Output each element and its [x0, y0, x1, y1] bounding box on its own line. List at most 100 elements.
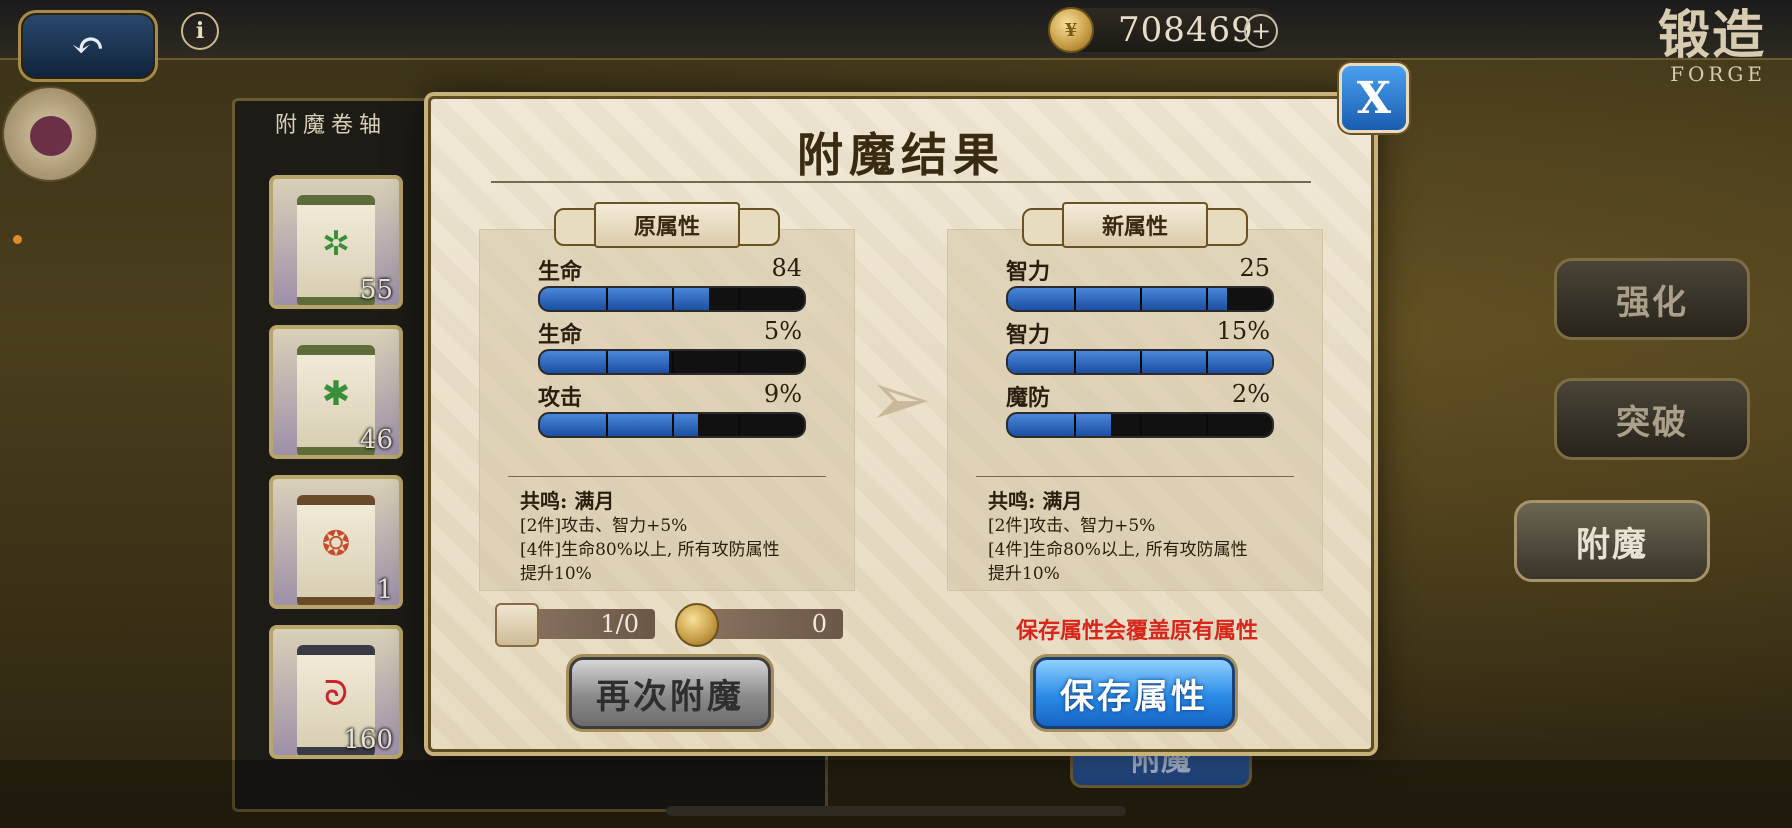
stat-bar — [538, 349, 806, 375]
resonance-info: 共鸣: 满月 [2件]攻击、智力+5% [4件]生命80%以上, 所有攻防属性 … — [520, 485, 830, 586]
new-attributes-panel: 新属性 智力 25 智力 15% 魔防 2% 共鸣: 满月 [2件]攻击、智力+… — [947, 202, 1323, 591]
scroll-item[interactable]: ❂ 1 — [269, 475, 403, 609]
stat-name: 智力 — [1006, 322, 1051, 348]
gold-coin-icon: ¥ — [1048, 7, 1094, 53]
stat-bar-segment — [1140, 288, 1142, 310]
scroll-count: 160 — [343, 725, 393, 755]
scroll-item[interactable]: ✱ 46 — [269, 325, 403, 459]
stat-bar-segment — [606, 414, 608, 436]
scroll-rune-icon: ❂ — [321, 524, 351, 564]
info-icon[interactable]: i — [181, 12, 219, 50]
new-attributes-label: 新属性 — [1062, 202, 1208, 248]
new-attributes-ribbon: 新属性 — [1022, 202, 1248, 248]
home-indicator — [666, 806, 1126, 816]
bottom-bar — [0, 760, 1792, 828]
enchant-tab-button[interactable]: 附魔 — [1514, 500, 1710, 582]
stat-bar-segment — [738, 288, 740, 310]
stat-value: 84 — [771, 254, 802, 282]
resonance-title: 共鸣: 满月 — [988, 489, 1083, 513]
resonance-info: 共鸣: 满月 [2件]攻击、智力+5% [4件]生命80%以上, 所有攻防属性 … — [988, 485, 1298, 586]
scroll-count: 55 — [359, 275, 393, 305]
stat-bar-segment — [672, 288, 674, 310]
scroll-count: 1 — [376, 575, 393, 605]
stat-bar — [1006, 412, 1274, 438]
stat-bar — [1006, 349, 1274, 375]
scroll-panel-title: 附魔卷轴 — [275, 113, 388, 138]
stat-bar-fill — [540, 414, 699, 436]
resonance-line: [4件]生命80%以上, 所有攻防属性 — [520, 540, 780, 560]
scroll-rune-icon: ᘐ — [324, 674, 348, 714]
stat-value: 25 — [1239, 254, 1270, 282]
stat-bar-segment — [1206, 414, 1208, 436]
stat-name: 生命 — [538, 322, 583, 348]
back-button[interactable]: ↶ — [18, 10, 158, 82]
stat-name: 攻击 — [538, 385, 583, 411]
back-arrow-icon: ↶ — [71, 23, 105, 69]
panel-divider — [508, 476, 826, 477]
stat-bar — [538, 286, 806, 312]
stat-name: 智力 — [1006, 259, 1051, 285]
gold-amount: 708469 — [1118, 10, 1254, 50]
stat-bar — [538, 412, 806, 438]
stat-bar-fill — [1008, 414, 1111, 436]
dialog-title: 附魔结果 — [797, 128, 1005, 182]
stat-bar-segment — [672, 351, 674, 373]
stat-bar-segment — [1206, 288, 1208, 310]
resonance-line: 提升10% — [988, 564, 1060, 584]
close-icon[interactable]: X — [1339, 63, 1409, 133]
notification-dot — [13, 235, 22, 244]
save-attributes-button[interactable]: 保存属性 — [1033, 657, 1235, 729]
gold-currency: ¥ 708469 + — [1048, 7, 1278, 53]
original-attributes-ribbon: 原属性 — [554, 202, 780, 248]
transform-arrow-icon: ➢ — [868, 353, 932, 443]
scroll-cost-icon — [495, 603, 539, 647]
stat-bar — [1006, 286, 1274, 312]
resonance-line: 提升10% — [520, 564, 592, 584]
scroll-count: 46 — [359, 425, 393, 455]
stat-bar-segment — [1074, 414, 1076, 436]
stat-bar-segment — [606, 288, 608, 310]
scroll-cost-value: 1/0 — [519, 609, 655, 639]
scroll-cost: 1/0 — [495, 603, 655, 647]
reenchant-button[interactable]: 再次附魔 — [569, 657, 771, 729]
gold-cost: 0 — [675, 603, 843, 647]
overwrite-warning: 保存属性会覆盖原有属性 — [1015, 618, 1258, 644]
original-attributes-label: 原属性 — [594, 202, 740, 248]
stat-bar-segment — [672, 414, 674, 436]
stat-value: 9% — [763, 380, 802, 408]
stat-bar-fill — [1008, 288, 1228, 310]
gold-cost-value: 0 — [699, 609, 843, 639]
title-divider — [491, 181, 1311, 183]
stat-bar-segment — [1074, 351, 1076, 373]
stat-value: 5% — [763, 317, 802, 345]
scroll-item[interactable]: ᘐ 160 — [269, 625, 403, 759]
top-bar — [0, 0, 1792, 60]
scroll-item[interactable]: ✲ 55 — [269, 175, 403, 309]
stat-bar-segment — [1140, 351, 1142, 373]
breakthrough-button[interactable]: 突破 — [1554, 378, 1750, 460]
resonance-title: 共鸣: 满月 — [520, 489, 615, 513]
scroll-rune-icon: ✲ — [321, 224, 351, 264]
stat-bar-fill — [540, 351, 670, 373]
forge-title-en: FORGE — [1670, 62, 1766, 86]
original-attributes-panel: 原属性 生命 84 生命 5% 攻击 9% 共鸣: 满月 [2件]攻击、智力+5… — [479, 202, 855, 591]
stat-bar-segment — [738, 351, 740, 373]
resonance-line: [2件]攻击、智力+5% — [988, 516, 1156, 536]
resonance-line: [2件]攻击、智力+5% — [520, 516, 688, 536]
stat-bar-segment — [1140, 414, 1142, 436]
scroll-rune-icon: ✱ — [321, 374, 351, 414]
add-gold-button[interactable]: + — [1244, 14, 1278, 48]
enchant-result-dialog: 附魔结果 原属性 生命 84 生命 5% 攻击 9% 共鸣: 满月 [2件]攻击… — [428, 96, 1374, 752]
gold-cost-icon — [675, 603, 719, 647]
stat-bar-segment — [1206, 351, 1208, 373]
forge-title: 锻造 FORGE — [1658, 6, 1766, 87]
resonance-line: [4件]生命80%以上, 所有攻防属性 — [988, 540, 1248, 560]
avatar[interactable] — [2, 86, 98, 182]
stat-bar-fill — [540, 288, 709, 310]
stat-bar-segment — [606, 351, 608, 373]
panel-divider — [976, 476, 1294, 477]
avatar-face — [30, 116, 72, 156]
stat-name: 魔防 — [1006, 385, 1051, 411]
stat-value: 15% — [1216, 317, 1270, 345]
strengthen-button[interactable]: 强化 — [1554, 258, 1750, 340]
